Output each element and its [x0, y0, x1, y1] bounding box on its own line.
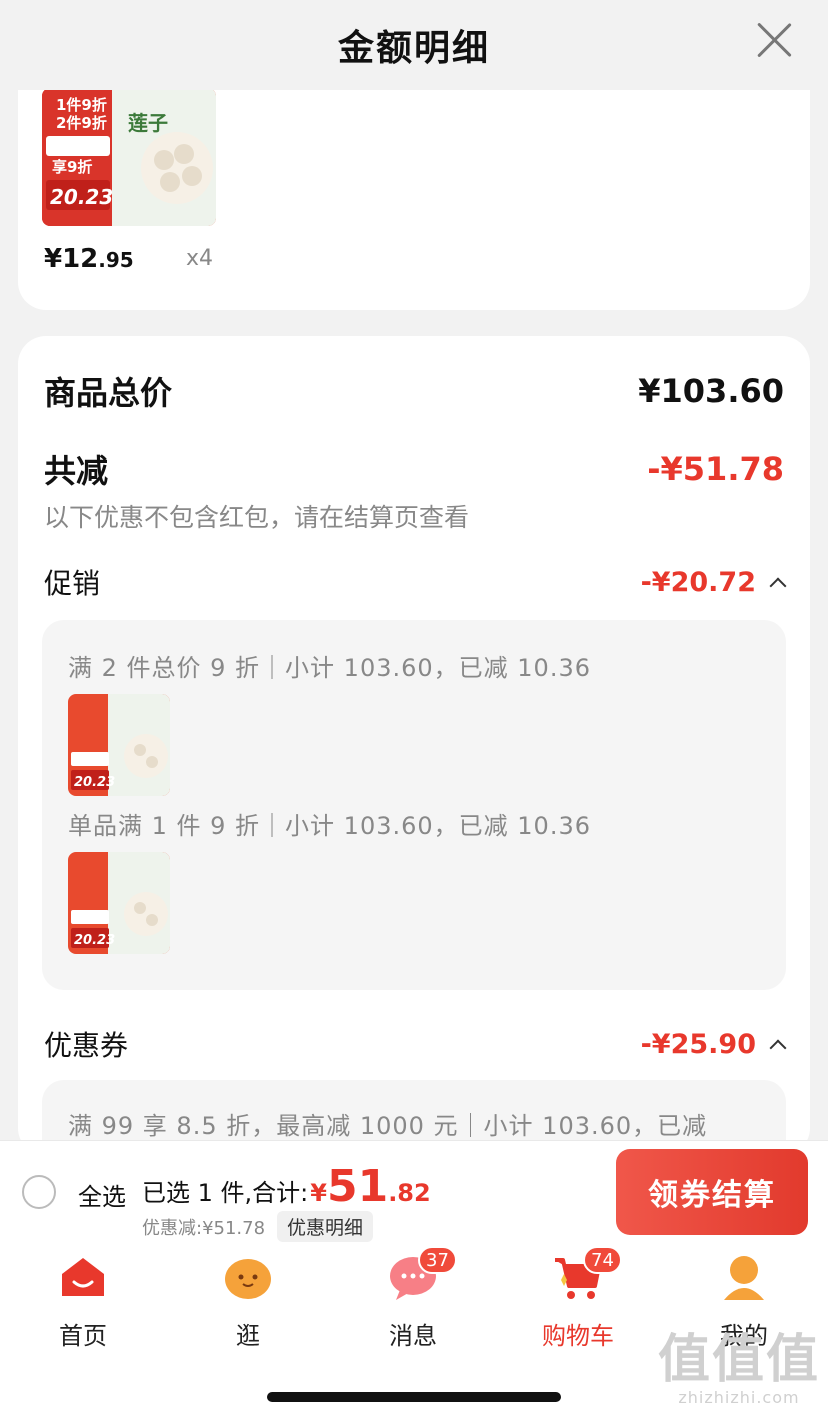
tab-label: 购物车 — [542, 1322, 614, 1350]
select-all-label[interactable]: 全选 — [78, 1177, 126, 1212]
discount-row: 共减 -¥51.78 — [44, 446, 784, 492]
product-price: ¥12.95 — [44, 244, 134, 274]
discount-summary: 优惠减:¥51.78 优惠明细 — [142, 1211, 374, 1242]
discount-label: 共减 — [44, 452, 109, 490]
selected-text: 已选 1 件,合计: — [142, 1179, 309, 1207]
total-currency: ¥ — [310, 1179, 327, 1207]
close-icon[interactable] — [754, 20, 794, 60]
discount-note: 以下优惠不包含红包，请在结算页查看 — [44, 503, 470, 532]
watermark: 值值值 zhizhizhi.com — [658, 1334, 820, 1407]
product-thumbnail[interactable]: 20.23 — [68, 694, 170, 796]
discount-detail-button[interactable]: 优惠明细 — [277, 1211, 374, 1242]
promotion-value-wrap: -¥20.72 — [640, 566, 787, 598]
tab-home[interactable]: 首页 — [23, 1252, 143, 1352]
promotion-details: 满 2 件总价 9 折｜小计 103.60，已减 10.36 20.23 单品满… — [42, 620, 786, 990]
cart-icon: 74 — [553, 1246, 622, 1302]
total-row: 商品总价 ¥103.60 — [44, 368, 784, 414]
sheet-header: 金额明细 — [0, 0, 828, 90]
price-detail-card: 商品总价 ¥103.60 共减 -¥51.78 以下优惠不包含红包，请在结算页查… — [18, 336, 810, 1156]
bottom-tab-bar: 首页 逛 37 消息 74 购物车 我的 值值值 zhizhizhi.com — [0, 1242, 828, 1420]
product-price-int: ¥12 — [44, 244, 99, 274]
thumbnail-graphic: 20.23 — [68, 852, 170, 954]
product-image-graphic: 1件9折 2件9折 享9折 20.23 莲子 — [42, 88, 216, 226]
chevron-up-icon[interactable] — [769, 577, 787, 595]
tab-messages[interactable]: 37 消息 — [353, 1246, 473, 1352]
checkout-button[interactable]: 领券结算 — [616, 1149, 808, 1235]
selected-summary: 已选 1 件,合计: ¥ 51 .82 — [142, 1165, 431, 1209]
tab-label: 首页 — [59, 1322, 107, 1350]
home-icon — [58, 1252, 108, 1302]
cart-badge: 74 — [583, 1246, 622, 1274]
thumbnail-price: 20.23 — [74, 775, 115, 790]
discount-text: 优惠减:¥51.78 — [142, 1217, 266, 1239]
tab-cart[interactable]: 74 购物车 — [518, 1246, 638, 1352]
chevron-up-icon[interactable] — [769, 1039, 787, 1057]
total-amount-dec: .82 — [388, 1179, 431, 1207]
tab-label: 逛 — [236, 1322, 260, 1350]
coupon-label: 优惠券 — [44, 1029, 129, 1062]
sheet-title: 金额明细 — [337, 28, 490, 69]
product-image[interactable]: 1件9折 2件9折 享9折 20.23 莲子 — [42, 88, 216, 226]
browse-icon — [223, 1252, 273, 1302]
promotion-line-1: 满 2 件总价 9 折｜小计 103.60，已减 10.36 — [68, 654, 591, 682]
tab-label: 消息 — [389, 1322, 437, 1350]
watermark-url: zhizhizhi.com — [678, 1388, 800, 1407]
promotion-label: 促销 — [44, 567, 101, 600]
total-value: ¥103.60 — [638, 372, 784, 410]
promo-text-3: 享9折 — [52, 158, 92, 176]
tab-browse[interactable]: 逛 — [188, 1252, 308, 1352]
select-all-checkbox[interactable] — [22, 1175, 56, 1209]
coupon-value: -¥25.90 — [640, 1028, 756, 1060]
thumbnail-graphic: 20.23 — [68, 694, 170, 796]
watermark-glyphs: 值值值 — [657, 1330, 820, 1390]
thumbnail-price: 20.23 — [74, 933, 115, 948]
product-price-dec: .95 — [98, 248, 134, 272]
promo-price: 20.23 — [50, 185, 113, 209]
total-amount-int: 51 — [326, 1161, 389, 1212]
discount-value: -¥51.78 — [647, 450, 784, 488]
message-badge: 37 — [418, 1246, 457, 1274]
coupon-value-wrap: -¥25.90 — [640, 1028, 787, 1060]
brand-text: 莲子 — [128, 111, 168, 135]
promotion-value: -¥20.72 — [640, 566, 756, 598]
total-label: 商品总价 — [44, 374, 173, 412]
promo-text-2: 2件9折 — [56, 114, 107, 132]
product-thumbnail[interactable]: 20.23 — [68, 852, 170, 954]
coupon-row[interactable]: 优惠券 -¥25.90 — [44, 1024, 787, 1064]
home-indicator — [267, 1392, 561, 1402]
promo-text-1: 1件9折 — [56, 96, 107, 114]
message-icon: 37 — [388, 1246, 457, 1302]
promotion-row[interactable]: 促销 -¥20.72 — [44, 562, 787, 602]
product-card: 1件9折 2件9折 享9折 20.23 莲子 ¥12.95 x4 — [18, 70, 810, 310]
promotion-line-2: 单品满 1 件 9 折｜小计 103.60，已减 10.36 — [68, 812, 591, 840]
price-detail-page: 1件9折 2件9折 享9折 20.23 莲子 ¥12.95 x4 金额明细 商品… — [0, 0, 828, 1420]
checkout-bar: 全选 已选 1 件,合计: ¥ 51 .82 优惠减:¥51.78 优惠明细 领… — [0, 1140, 828, 1242]
profile-icon — [719, 1252, 769, 1302]
product-quantity: x4 — [186, 246, 214, 271]
